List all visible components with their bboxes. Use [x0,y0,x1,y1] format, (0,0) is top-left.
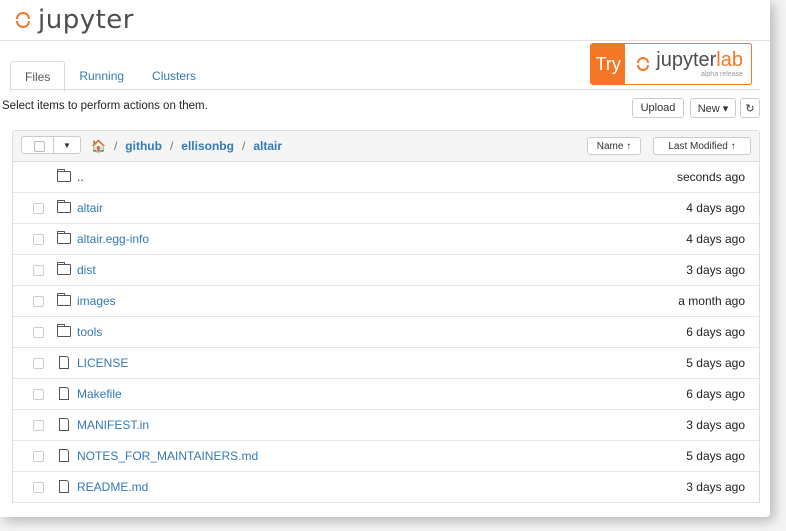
select-all-checkbox[interactable] [34,141,45,152]
last-modified: 4 days ago [686,201,745,215]
item-name-link[interactable]: .. [77,170,84,184]
item-name-link[interactable]: images [77,294,116,308]
tab-running[interactable]: Running [65,61,138,92]
sort-by-modified-button[interactable]: Last Modified ↑ [653,137,751,155]
folder-icon [57,231,71,244]
file-icon [59,418,69,431]
select-all-dropdown[interactable]: ▼ [21,136,81,154]
item-name-link[interactable]: altair [77,201,103,215]
last-modified: a month ago [678,294,745,308]
item-name-link[interactable]: Makefile [77,387,122,401]
try-label: Try [591,44,626,84]
chevron-down-icon[interactable]: ▼ [53,137,80,153]
breadcrumb-separator: / [169,139,174,153]
last-modified: 3 days ago [686,263,745,277]
list-item[interactable]: LICENSE 5 days ago [13,348,759,379]
folder-icon [57,324,71,337]
item-name-link[interactable]: tools [77,325,102,339]
jupyter-logo[interactable]: jupyter [14,5,134,35]
app-header: jupyter [0,0,770,41]
folder-icon [57,169,71,182]
item-name-link[interactable]: MANIFEST.in [77,418,149,432]
item-name-link[interactable]: altair.egg-info [77,232,149,246]
jupyterlab-name: jupyterlab [656,50,743,70]
tab-files[interactable]: Files [10,61,66,92]
jupyterlab-logo-icon [635,56,651,72]
sort-by-name-button[interactable]: Name ↑ [587,137,641,155]
file-icon [59,356,69,369]
last-modified: 5 days ago [686,449,745,463]
last-modified: 5 days ago [686,356,745,370]
list-item[interactable]: README.md 3 days ago [13,472,759,503]
list-item[interactable]: altair 4 days ago [13,193,759,224]
alpha-release-label: alpha release [700,71,743,78]
breadcrumb: 🏠 / github / ellisonbg / altair [91,139,282,153]
item-name-link[interactable]: dist [77,263,96,277]
item-name-link[interactable]: LICENSE [77,356,128,370]
list-item[interactable]: .. seconds ago [13,162,759,193]
row-checkbox[interactable] [33,327,44,338]
last-modified: 4 days ago [686,232,745,246]
folder-icon [57,200,71,213]
item-name-link[interactable]: NOTES_FOR_MAINTAINERS.md [77,449,258,463]
breadcrumb-separator: / [241,139,246,153]
breadcrumb-github[interactable]: github [125,139,162,153]
file-icon [59,387,69,400]
file-list-header: ▼ 🏠 / github / ellisonbg / altair Name ↑… [13,131,759,162]
jupyter-window: jupyter Files Running Clusters Try jupyt… [0,0,770,517]
list-item[interactable]: altair.egg-info 4 days ago [13,224,759,255]
row-checkbox[interactable] [33,482,44,493]
breadcrumb-ellisonbg[interactable]: ellisonbg [181,139,234,153]
tabs-divider [10,89,760,90]
selection-hint: Select items to perform actions on them. [2,100,208,112]
new-dropdown-button[interactable]: New ▾ [690,98,736,118]
last-modified: 3 days ago [686,418,745,432]
folder-icon [57,293,71,306]
breadcrumb-separator: / [113,139,118,153]
home-icon[interactable]: 🏠 [91,139,106,153]
row-checkbox[interactable] [33,265,44,276]
tab-bar: Files Running Clusters [10,61,210,92]
product-suffix: lab [716,49,743,71]
jupyterlab-text: jupyterlab alpha release [656,50,743,78]
list-item[interactable]: NOTES_FOR_MAINTAINERS.md 5 days ago [13,441,759,472]
list-item[interactable]: images a month ago [13,286,759,317]
row-checkbox[interactable] [33,358,44,369]
row-checkbox[interactable] [33,234,44,245]
logo-text: jupyter [38,5,134,35]
list-item[interactable]: dist 3 days ago [13,255,759,286]
last-modified: seconds ago [676,170,745,184]
row-checkbox[interactable] [33,296,44,307]
last-modified: 3 days ago [686,480,745,494]
jupyter-logo-icon [14,11,32,29]
file-list: ▼ 🏠 / github / ellisonbg / altair Name ↑… [12,130,760,503]
file-toolbar: Select items to perform actions on them.… [0,92,770,122]
row-checkbox[interactable] [33,203,44,214]
refresh-button[interactable]: ↻ [740,98,760,118]
tabs-row: Files Running Clusters Try jupyterlab al… [0,41,770,92]
refresh-icon: ↻ [745,102,755,115]
last-modified: 6 days ago [686,387,745,401]
row-checkbox[interactable] [33,389,44,400]
try-jupyterlab-banner[interactable]: Try jupyterlab alpha release [590,43,752,85]
tab-clusters[interactable]: Clusters [138,61,210,92]
breadcrumb-altair[interactable]: altair [253,139,282,153]
item-name-link[interactable]: README.md [77,480,148,494]
file-icon [59,480,69,493]
upload-button[interactable]: Upload [632,98,684,118]
jupyterlab-logo: jupyterlab alpha release [625,44,751,84]
list-item[interactable]: MANIFEST.in 3 days ago [13,410,759,441]
row-checkbox[interactable] [33,451,44,462]
file-rows: .. seconds ago altair 4 days ago altair.egg-… [13,162,759,503]
row-checkbox[interactable] [33,420,44,431]
list-item[interactable]: Makefile 6 days ago [13,379,759,410]
folder-icon [57,262,71,275]
product-name: jupyter [656,49,717,71]
list-item[interactable]: tools 6 days ago [13,317,759,348]
file-icon [59,449,69,462]
last-modified: 6 days ago [686,325,745,339]
